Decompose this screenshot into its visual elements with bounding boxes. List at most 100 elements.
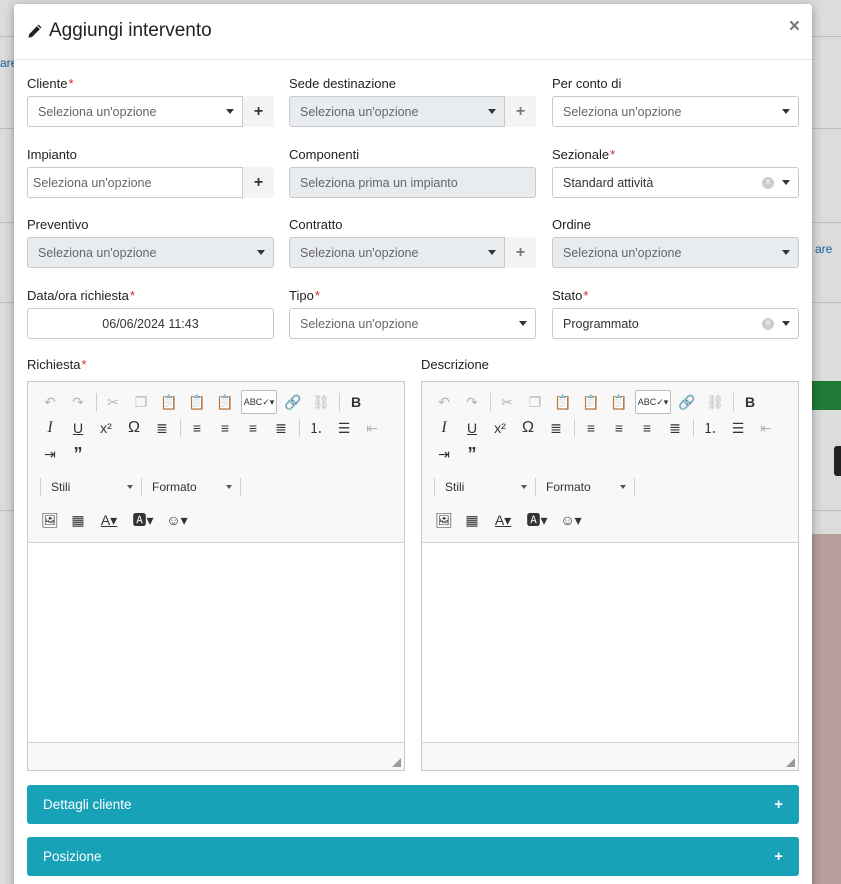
clear-icon[interactable]: × bbox=[762, 317, 774, 330]
link-icon[interactable]: 🔗 bbox=[675, 390, 699, 414]
cliente-label: Cliente bbox=[27, 75, 68, 91]
preventivo-label: Preventivo bbox=[27, 216, 89, 232]
paste-icon[interactable]: 📋 bbox=[157, 390, 181, 414]
blockquote-icon[interactable]: ” bbox=[66, 442, 90, 466]
styles-dropdown[interactable]: Stili bbox=[439, 475, 533, 499]
add-sede-button[interactable]: + bbox=[504, 96, 536, 127]
copy-icon[interactable]: ❐ bbox=[523, 390, 547, 414]
link-icon[interactable]: 🔗 bbox=[281, 390, 305, 414]
paste-icon[interactable]: 📋 bbox=[551, 390, 575, 414]
spellcheck-icon[interactable]: ABC✓▾ bbox=[241, 390, 277, 414]
italic-icon[interactable]: I bbox=[38, 416, 62, 440]
stato-field: Stato * Programmato × bbox=[552, 286, 799, 339]
required-mark: * bbox=[81, 356, 87, 372]
conto-select[interactable]: Seleziona un'opzione bbox=[552, 96, 799, 127]
numbered-list-icon[interactable]: ⒈ bbox=[304, 416, 328, 440]
add-contratto-button[interactable]: + bbox=[504, 237, 536, 268]
align-right-icon[interactable]: ≡ bbox=[635, 416, 659, 440]
align-left-icon[interactable]: ≡ bbox=[185, 416, 209, 440]
horizontal-line-icon[interactable]: ≣ bbox=[544, 416, 568, 440]
emoji-icon[interactable]: ☺▾ bbox=[556, 508, 586, 532]
redo-icon[interactable]: ↷ bbox=[66, 390, 90, 414]
add-cliente-button[interactable]: + bbox=[242, 96, 274, 127]
spellcheck-icon[interactable]: ABC✓▾ bbox=[635, 390, 671, 414]
image-icon[interactable]: 🖼 bbox=[38, 508, 62, 532]
image-icon[interactable]: 🖼 bbox=[432, 508, 456, 532]
tipo-select[interactable]: Seleziona un'opzione bbox=[289, 308, 536, 339]
impianto-select[interactable]: Seleziona un'opzione + bbox=[27, 167, 274, 198]
background-color-icon[interactable]: 🅰▾ bbox=[522, 508, 552, 532]
outdent-icon[interactable]: ⇤ bbox=[754, 416, 778, 440]
align-center-icon[interactable]: ≡ bbox=[607, 416, 631, 440]
paste-word-icon[interactable]: 📋 bbox=[607, 390, 631, 414]
bulleted-list-icon[interactable]: ☰ bbox=[726, 416, 750, 440]
align-justify-icon[interactable]: ≣ bbox=[663, 416, 687, 440]
text-color-icon[interactable]: A▾ bbox=[94, 508, 124, 532]
stato-select[interactable]: Programmato × bbox=[552, 308, 799, 339]
bold-icon[interactable]: B bbox=[344, 390, 368, 414]
align-right-icon[interactable]: ≡ bbox=[241, 416, 265, 440]
undo-icon[interactable]: ↶ bbox=[432, 390, 456, 414]
underline-icon[interactable]: U bbox=[460, 416, 484, 440]
horizontal-line-icon[interactable]: ≣ bbox=[150, 416, 174, 440]
close-button[interactable]: × bbox=[789, 16, 800, 38]
table-icon[interactable]: ▦ bbox=[66, 508, 90, 532]
background-color-icon[interactable]: 🅰▾ bbox=[128, 508, 158, 532]
posizione-label: Posizione bbox=[43, 849, 102, 864]
sezionale-select[interactable]: Standard attività × bbox=[552, 167, 799, 198]
descrizione-content[interactable] bbox=[422, 543, 798, 743]
align-justify-icon[interactable]: ≣ bbox=[269, 416, 293, 440]
cliente-select[interactable]: Seleziona un'opzione + bbox=[27, 96, 274, 127]
superscript-icon[interactable]: x² bbox=[488, 416, 512, 440]
undo-icon[interactable]: ↶ bbox=[38, 390, 62, 414]
special-char-icon[interactable]: Ω bbox=[122, 416, 146, 440]
indent-icon[interactable]: ⇥ bbox=[38, 442, 62, 466]
text-color-icon[interactable]: A▾ bbox=[488, 508, 518, 532]
special-char-icon[interactable]: Ω bbox=[516, 416, 540, 440]
align-left-icon[interactable]: ≡ bbox=[579, 416, 603, 440]
chevron-down-icon bbox=[620, 485, 626, 489]
resize-handle[interactable] bbox=[786, 758, 795, 767]
richiesta-editor: ↶ ↷ ✂ ❐ 📋 📋 📋 ABC✓▾ 🔗 ⛓ B I U x² Ω ≣ ≡ ≡… bbox=[27, 381, 405, 771]
ordine-label: Ordine bbox=[552, 216, 592, 232]
dettagli-cliente-accordion[interactable]: Dettagli cliente + bbox=[27, 785, 799, 824]
indent-icon[interactable]: ⇥ bbox=[432, 442, 456, 466]
styles-dropdown[interactable]: Stili bbox=[45, 475, 139, 499]
redo-icon[interactable]: ↷ bbox=[460, 390, 484, 414]
bulleted-list-icon[interactable]: ☰ bbox=[332, 416, 356, 440]
outdent-icon[interactable]: ⇤ bbox=[360, 416, 384, 440]
componenti-select[interactable]: Seleziona prima un impianto bbox=[289, 167, 536, 198]
italic-icon[interactable]: I bbox=[432, 416, 456, 440]
emoji-icon[interactable]: ☺▾ bbox=[162, 508, 192, 532]
preventivo-select[interactable]: Seleziona un'opzione bbox=[27, 237, 274, 268]
format-dropdown[interactable]: Formato bbox=[540, 475, 632, 499]
data-input[interactable]: 06/06/2024 11:43 bbox=[27, 308, 274, 339]
paste-text-icon[interactable]: 📋 bbox=[185, 390, 209, 414]
cut-icon[interactable]: ✂ bbox=[101, 390, 125, 414]
add-impianto-button[interactable]: + bbox=[242, 167, 274, 198]
blockquote-icon[interactable]: ” bbox=[460, 442, 484, 466]
ordine-select[interactable]: Seleziona un'opzione bbox=[552, 237, 799, 268]
bold-icon[interactable]: B bbox=[738, 390, 762, 414]
posizione-accordion[interactable]: Posizione + bbox=[27, 837, 799, 876]
format-dropdown[interactable]: Formato bbox=[146, 475, 238, 499]
resize-handle[interactable] bbox=[392, 758, 401, 767]
required-mark: * bbox=[68, 75, 74, 91]
numbered-list-icon[interactable]: ⒈ bbox=[698, 416, 722, 440]
unlink-icon[interactable]: ⛓ bbox=[309, 390, 333, 414]
align-center-icon[interactable]: ≡ bbox=[213, 416, 237, 440]
superscript-icon[interactable]: x² bbox=[94, 416, 118, 440]
cut-icon[interactable]: ✂ bbox=[495, 390, 519, 414]
unlink-icon[interactable]: ⛓ bbox=[703, 390, 727, 414]
chevron-down-icon bbox=[127, 485, 133, 489]
paste-word-icon[interactable]: 📋 bbox=[213, 390, 237, 414]
modal-header: Aggiungi intervento × bbox=[14, 4, 812, 60]
sede-select[interactable]: Seleziona un'opzione + bbox=[289, 96, 536, 127]
underline-icon[interactable]: U bbox=[66, 416, 90, 440]
contratto-select[interactable]: Seleziona un'opzione + bbox=[289, 237, 536, 268]
richiesta-content[interactable] bbox=[28, 543, 404, 743]
table-icon[interactable]: ▦ bbox=[460, 508, 484, 532]
copy-icon[interactable]: ❐ bbox=[129, 390, 153, 414]
clear-icon[interactable]: × bbox=[762, 176, 774, 189]
paste-text-icon[interactable]: 📋 bbox=[579, 390, 603, 414]
